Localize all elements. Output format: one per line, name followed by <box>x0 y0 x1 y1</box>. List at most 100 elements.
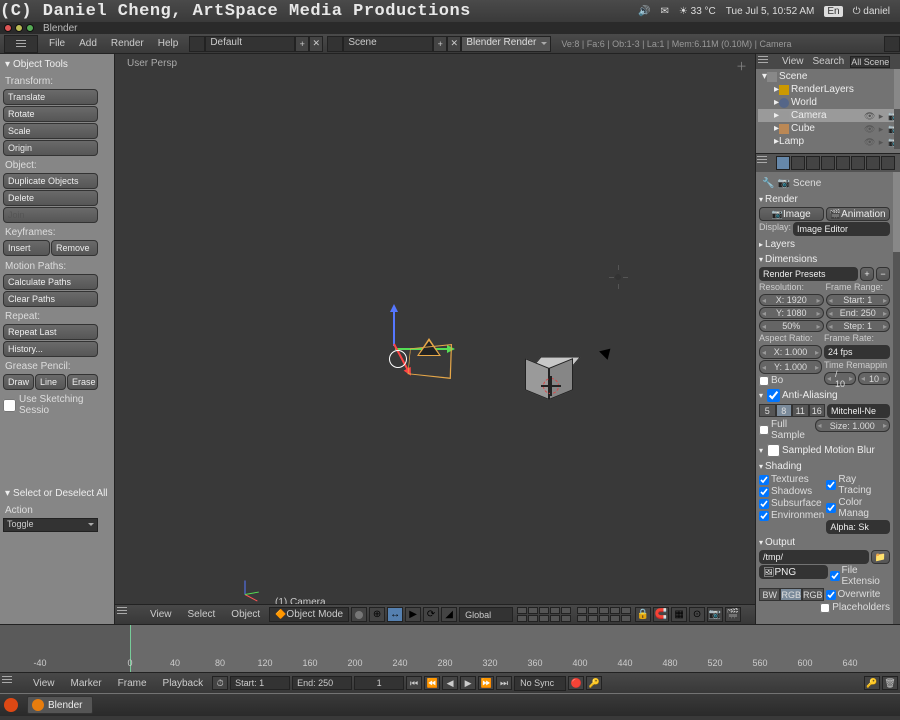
lock-layers-icon[interactable]: 🔒 <box>635 607 651 622</box>
restrict-select-icon[interactable]: ▸ <box>876 111 886 121</box>
clock[interactable]: Tue Jul 5, 10:52 AM <box>726 6 815 17</box>
layout-add-button[interactable]: + <box>295 36 309 52</box>
translate-button[interactable]: Translate <box>3 89 98 105</box>
output-path-field[interactable]: /tmp/ <box>759 550 869 564</box>
aspect-y-field[interactable]: Y: 1.000 <box>759 360 822 374</box>
gp-line-button[interactable]: Line <box>35 374 66 390</box>
keyframe-insert-button[interactable]: Insert <box>3 240 50 256</box>
history-button[interactable]: History... <box>3 341 98 357</box>
preset-add-button[interactable]: + <box>860 267 874 281</box>
layout-delete-button[interactable]: ✕ <box>309 36 323 52</box>
tab-world[interactable] <box>806 156 820 170</box>
keying-delete-button[interactable]: 🗑 <box>882 676 898 690</box>
start-frame-field[interactable]: Start: 1 <box>230 676 290 690</box>
menu-render[interactable]: Render <box>104 38 151 49</box>
rotate-button[interactable]: Rotate <box>3 106 98 122</box>
window-minimize-button[interactable] <box>15 24 23 32</box>
timeline-editor-selector[interactable] <box>2 676 24 690</box>
full-sample-checkbox[interactable]: Full Sample <box>759 419 813 441</box>
frame-step-field[interactable]: Step: 1 <box>826 320 891 332</box>
vp-object-menu[interactable]: Object <box>224 609 267 620</box>
back-to-previous-button[interactable] <box>884 36 900 52</box>
placeholders-checkbox[interactable]: Placeholders <box>820 602 890 613</box>
format-dropdown[interactable]: 🖼 PNG <box>759 565 828 579</box>
keying-insert-button[interactable]: 🔑 <box>864 676 880 690</box>
alpha-dropdown[interactable]: Alpha: Sk <box>826 520 890 534</box>
jump-end-button[interactable]: ⏭ <box>496 676 512 690</box>
action-dropdown[interactable]: Toggle <box>3 518 98 532</box>
raytrace-checkbox[interactable]: Ray Tracing <box>826 474 890 496</box>
repeat-last-button[interactable]: Repeat Last <box>3 324 98 340</box>
layer-buttons[interactable] <box>517 607 571 622</box>
tree-world[interactable]: ▸World <box>758 96 898 109</box>
operator-panel-header[interactable]: ▾Select or Deselect All <box>3 486 111 501</box>
aa-16-button[interactable]: 16 <box>809 404 826 417</box>
scale-button[interactable]: Scale <box>3 123 98 139</box>
clear-paths-button[interactable]: Clear Paths <box>3 291 98 307</box>
resolution-y-field[interactable]: Y: 1080 <box>759 307 824 319</box>
remap-old-field[interactable]: / 10 <box>824 372 856 385</box>
sss-checkbox[interactable]: Subsurface <box>759 498 824 509</box>
3d-viewport[interactable]: User Persp ＋ (1) <box>115 54 755 624</box>
tl-view-menu[interactable]: View <box>26 678 62 689</box>
preset-remove-button[interactable]: − <box>876 267 890 281</box>
play-button[interactable]: ▶ <box>460 676 476 690</box>
render-presets-dropdown[interactable]: Render Presets <box>759 267 858 281</box>
manipulator-scale[interactable]: ◢ <box>441 607 457 622</box>
mail-icon[interactable]: ✉ <box>661 6 669 17</box>
vp-view-menu[interactable]: View <box>143 609 179 620</box>
cube-object[interactable] <box>525 354 573 402</box>
scene-add-button[interactable]: + <box>433 36 447 52</box>
bw-button[interactable]: BW <box>759 588 780 601</box>
menu-add[interactable]: Add <box>72 38 104 49</box>
render-image-button[interactable]: 📷 Image <box>759 207 824 221</box>
lamp-object[interactable] <box>611 270 625 284</box>
jump-start-button[interactable]: ⏮ <box>406 676 422 690</box>
window-maximize-button[interactable] <box>26 24 34 32</box>
tree-camera[interactable]: ▸Camera👁▸📷 <box>758 109 898 122</box>
taskbar-blender-item[interactable]: Blender <box>27 696 93 714</box>
manipulator-toggle[interactable]: ↔ <box>387 607 403 622</box>
opengl-anim-button[interactable]: 🎬 <box>725 607 741 622</box>
tl-frame-menu[interactable]: Frame <box>111 678 154 689</box>
manipulator-translate[interactable]: ▶ <box>405 607 421 622</box>
keyboard-layout[interactable]: En <box>824 6 842 17</box>
layer-buttons-2[interactable] <box>577 607 631 622</box>
duplicate-button[interactable]: Duplicate Objects <box>3 173 98 189</box>
start-menu-icon[interactable] <box>4 698 18 712</box>
tl-playback-menu[interactable]: Playback <box>156 678 211 689</box>
sync-dropdown[interactable]: No Sync <box>514 676 566 691</box>
gp-erase-button[interactable]: Erase <box>67 374 98 390</box>
tree-scene[interactable]: ▾Scene <box>758 70 898 83</box>
render-panel-header[interactable]: ▾Render <box>759 192 890 207</box>
aspect-x-field[interactable]: X: 1.000 <box>759 345 822 359</box>
scene-name-field[interactable]: Scene <box>343 36 433 52</box>
gizmo-z-axis[interactable] <box>393 306 395 346</box>
keying-set-button[interactable]: 🔑 <box>586 676 602 690</box>
properties-toggle-icon[interactable]: ＋ <box>736 58 747 74</box>
tab-data[interactable] <box>866 156 880 170</box>
aa-5-button[interactable]: 5 <box>759 404 776 417</box>
vp-select-menu[interactable]: Select <box>181 609 223 620</box>
fps-dropdown[interactable]: 24 fps <box>824 345 890 359</box>
tab-material[interactable] <box>881 156 895 170</box>
origin-button[interactable]: Origin <box>3 140 98 156</box>
calculate-paths-button[interactable]: Calculate Paths <box>3 274 98 290</box>
menu-file[interactable]: File <box>42 38 72 49</box>
file-ext-checkbox[interactable]: File Extensio <box>830 565 891 587</box>
outliner-search-menu[interactable]: Search <box>810 56 848 67</box>
mode-dropdown[interactable]: 🔶 Object Mode <box>269 607 349 622</box>
pivot-selector[interactable]: ⊕ <box>369 607 385 622</box>
aa-8-button[interactable]: 8 <box>776 404 793 417</box>
sketching-session-checkbox[interactable]: Use Sketching Sessio <box>3 394 111 416</box>
layers-panel-header[interactable]: ▸Layers <box>759 237 890 252</box>
play-reverse-button[interactable]: ◀ <box>442 676 458 690</box>
outliner-editor-selector[interactable] <box>758 56 776 68</box>
tree-lamp[interactable]: ▸Lamp👁▸📷 <box>758 135 898 148</box>
snap-target[interactable]: ⊙ <box>689 607 705 622</box>
menu-help[interactable]: Help <box>151 38 186 49</box>
smb-enable-checkbox[interactable] <box>767 444 780 457</box>
object-tools-header[interactable]: ▾Object Tools <box>3 57 111 72</box>
resolution-percentage-field[interactable]: 50% <box>759 320 824 332</box>
scene-browse-icon[interactable] <box>327 36 343 52</box>
